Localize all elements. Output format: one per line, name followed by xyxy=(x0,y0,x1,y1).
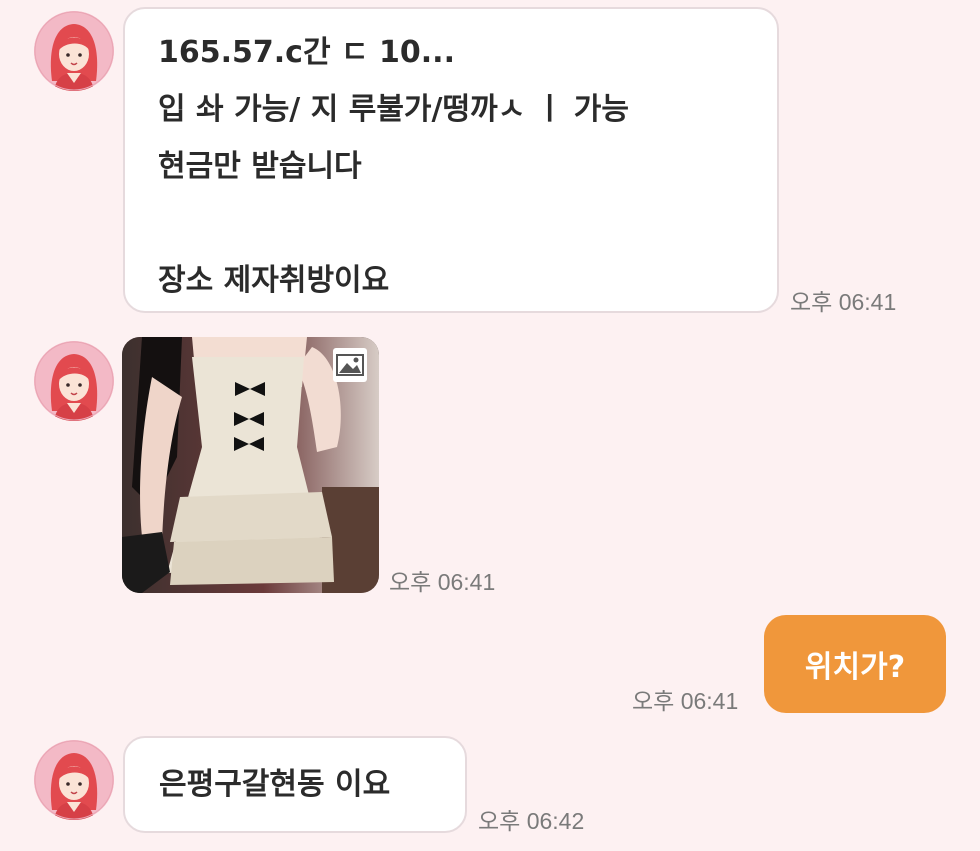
incoming-message-bubble[interactable]: 165.57.c간 ㄷ 10... 입 솨 가능/ 지 루불가/떵까ㅅ ㅣ 가능… xyxy=(123,7,779,313)
outgoing-message-bubble[interactable]: 위치가? xyxy=(764,615,946,713)
sender-avatar[interactable] xyxy=(34,11,114,91)
message-timestamp: 오후 06:41 xyxy=(389,569,496,595)
sender-avatar[interactable] xyxy=(34,341,114,421)
message-timestamp: 오후 06:41 xyxy=(790,289,897,315)
message-timestamp: 오후 06:42 xyxy=(478,808,585,834)
message-timestamp: 오후 06:41 xyxy=(632,688,739,714)
image-icon xyxy=(333,348,367,382)
sender-avatar[interactable] xyxy=(34,740,114,820)
incoming-message-bubble[interactable]: 은평구갈현동 이요 xyxy=(123,736,467,833)
photo-message-thumbnail[interactable] xyxy=(122,337,379,593)
